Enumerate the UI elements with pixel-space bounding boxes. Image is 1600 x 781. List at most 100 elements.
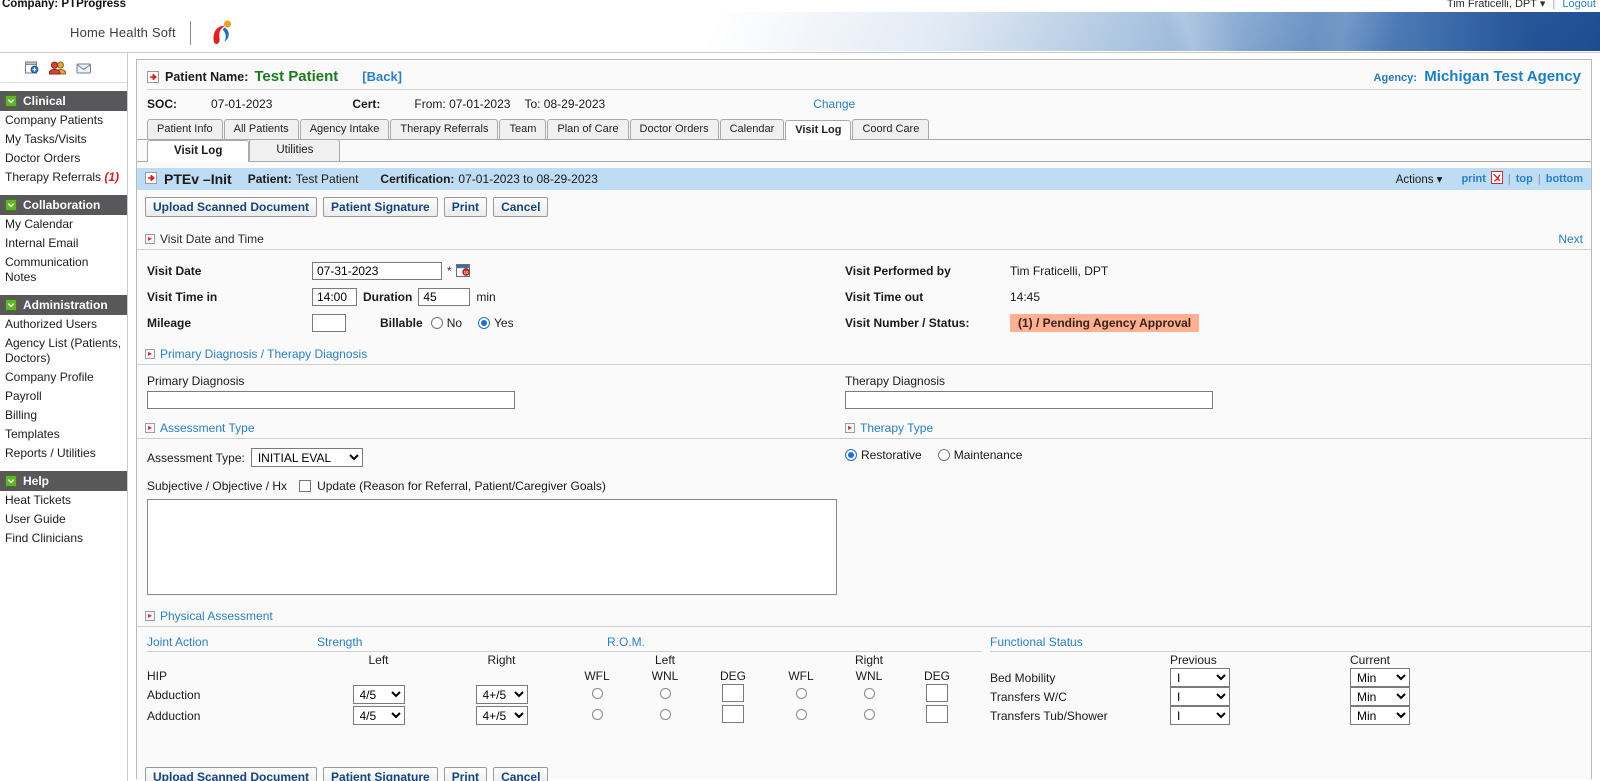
next-link[interactable]: Next	[1558, 232, 1583, 246]
rom-right-wfl-radio[interactable]	[795, 687, 807, 699]
sidebar-item-my-tasks-visits[interactable]: My Tasks/Visits	[0, 130, 127, 149]
sidebar-item-therapy-referrals[interactable]: Therapy Referrals (1)	[0, 168, 127, 187]
sidebar-section-header-administration[interactable]: Administration	[0, 295, 127, 315]
scroll-bottom-link[interactable]: bottom	[1546, 173, 1583, 185]
current-select[interactable]: Min	[1350, 706, 1410, 725]
subjective-objective-textarea[interactable]	[147, 499, 837, 595]
primary-diagnosis-input[interactable]	[147, 391, 515, 409]
billable-yes-option[interactable]: Yes	[478, 316, 514, 330]
tab-visit-log[interactable]: Visit Log	[785, 120, 852, 140]
change-cert-link[interactable]: Change	[813, 97, 855, 111]
visit-time-in-input[interactable]	[312, 288, 357, 306]
previous-select[interactable]: I	[1170, 706, 1230, 725]
section-title[interactable]: Primary Diagnosis / Therapy Diagnosis	[160, 347, 367, 361]
user-menu[interactable]: Tim Fraticelli, DPT	[1447, 0, 1537, 10]
sidebar-item-my-calendar[interactable]: My Calendar	[0, 215, 127, 234]
collapse-chip-icon[interactable]	[5, 95, 17, 107]
sidebar-item-billing[interactable]: Billing	[0, 406, 127, 425]
assessment-type-select[interactable]: INITIAL EVAL	[250, 448, 363, 467]
sidebar-item-user-guide[interactable]: User Guide	[0, 510, 127, 529]
current-select[interactable]: Min	[1350, 687, 1410, 706]
sidebar-item-doctor-orders[interactable]: Doctor Orders	[0, 149, 127, 168]
strength-right-select[interactable]: 4+/5	[475, 685, 528, 704]
strength-left-select[interactable]: 4/5	[352, 706, 405, 725]
cancel-button-bottom[interactable]: Cancel	[493, 767, 549, 781]
rom-right-wnl-radio[interactable]	[863, 687, 875, 699]
section-title[interactable]: Therapy Type	[860, 421, 933, 435]
rom-left-wnl-radio[interactable]	[659, 708, 671, 720]
new-document-icon[interactable]	[24, 60, 39, 75]
print-button-bottom[interactable]: Print	[443, 767, 488, 781]
strength-right-select[interactable]: 4+/5	[475, 706, 528, 725]
subtab-visit-log[interactable]: Visit Log	[147, 140, 250, 162]
rom-right-deg-input[interactable]	[926, 684, 948, 702]
sidebar-section-header-help[interactable]: Help	[0, 471, 127, 491]
back-link[interactable]: [Back]	[362, 69, 402, 84]
expander-icon[interactable]: ▸	[145, 423, 155, 433]
section-title[interactable]: Assessment Type	[160, 421, 255, 435]
sidebar-item-internal-email[interactable]: Internal Email	[0, 234, 127, 253]
subtab-utilities[interactable]: Utilities	[249, 139, 341, 161]
user-menu-caret[interactable]: ▾	[1540, 0, 1546, 10]
tab-patient-info[interactable]: Patient Info	[147, 119, 223, 139]
rom-right-wfl-radio[interactable]	[795, 708, 807, 720]
rom-left-deg-input[interactable]	[722, 705, 744, 723]
visit-date-input[interactable]	[312, 262, 442, 280]
calendar-icon[interactable]: 10	[455, 263, 470, 280]
cancel-button[interactable]: Cancel	[493, 197, 549, 217]
therapy-maintenance-option[interactable]: Maintenance	[937, 448, 1022, 462]
patient-signature-button-bottom[interactable]: Patient Signature	[323, 767, 438, 781]
mileage-input[interactable]	[312, 314, 346, 332]
collapse-chip-icon[interactable]	[5, 299, 17, 311]
previous-select[interactable]: I	[1170, 668, 1230, 687]
sidebar-item-reports-utilities[interactable]: Reports / Utilities	[0, 444, 127, 463]
sidebar-item-heat-tickets[interactable]: Heat Tickets	[0, 491, 127, 510]
actions-dropdown[interactable]: Actions ▾	[1396, 172, 1443, 186]
current-select[interactable]: Min	[1350, 668, 1410, 687]
billable-no-radio[interactable]	[430, 317, 443, 329]
expander-icon[interactable]: ▸	[145, 349, 155, 359]
duration-input[interactable]	[418, 288, 471, 306]
users-icon[interactable]	[49, 60, 66, 75]
sidebar-section-header-collaboration[interactable]: Collaboration	[0, 195, 127, 215]
rom-right-deg-input[interactable]	[926, 705, 948, 723]
therapy-diagnosis-input[interactable]	[845, 391, 1213, 409]
billable-yes-radio[interactable]	[478, 317, 491, 329]
collapse-chip-icon[interactable]	[5, 475, 17, 487]
therapy-restorative-option[interactable]: Restorative	[845, 448, 922, 462]
tab-calendar[interactable]: Calendar	[719, 119, 785, 139]
upload-scanned-document-button[interactable]: Upload Scanned Document	[145, 197, 318, 217]
rom-left-wfl-radio[interactable]	[591, 708, 603, 720]
rom-left-deg-input[interactable]	[722, 684, 744, 702]
tab-team[interactable]: Team	[499, 119, 547, 139]
sidebar-item-templates[interactable]: Templates	[0, 425, 127, 444]
therapy-maintenance-radio[interactable]	[937, 449, 950, 461]
update-checkbox[interactable]	[299, 480, 312, 492]
scroll-top-link[interactable]: top	[1516, 173, 1533, 185]
rom-left-wnl-radio[interactable]	[659, 687, 671, 699]
sidebar-section-header-clinical[interactable]: Clinical	[0, 91, 127, 111]
expander-icon[interactable]: ▸	[845, 423, 855, 433]
pdf-icon[interactable]	[1490, 171, 1503, 187]
logout-link[interactable]: Logout	[1562, 0, 1596, 10]
sidebar-item-find-clinicians[interactable]: Find Clinicians	[0, 529, 127, 548]
sidebar-item-payroll[interactable]: Payroll	[0, 387, 127, 406]
billable-no-option[interactable]: No	[430, 316, 462, 330]
therapy-restorative-radio[interactable]	[845, 449, 857, 461]
strength-left-select[interactable]: 4/5	[352, 685, 405, 704]
rom-left-wfl-radio[interactable]	[591, 687, 603, 699]
expander-icon[interactable]: ▸	[145, 611, 155, 621]
upload-scanned-document-button-bottom[interactable]: Upload Scanned Document	[145, 767, 318, 781]
sidebar-item-authorized-users[interactable]: Authorized Users	[0, 315, 127, 334]
sidebar-item-communication-notes[interactable]: Communication Notes	[0, 253, 127, 287]
mail-icon[interactable]	[76, 61, 92, 75]
section-title[interactable]: Physical Assessment	[160, 609, 273, 623]
sidebar-item-agency-list[interactable]: Agency List (Patients, Doctors)	[0, 334, 127, 368]
tab-doctor-orders[interactable]: Doctor Orders	[629, 119, 719, 139]
print-pdf-link[interactable]: print	[1461, 173, 1485, 185]
tab-all-patients[interactable]: All Patients	[223, 119, 299, 139]
expander-icon[interactable]: ▸	[145, 234, 155, 244]
patient-signature-button[interactable]: Patient Signature	[323, 197, 438, 217]
tab-coord-care[interactable]: Coord Care	[852, 119, 930, 139]
print-button[interactable]: Print	[443, 197, 488, 217]
